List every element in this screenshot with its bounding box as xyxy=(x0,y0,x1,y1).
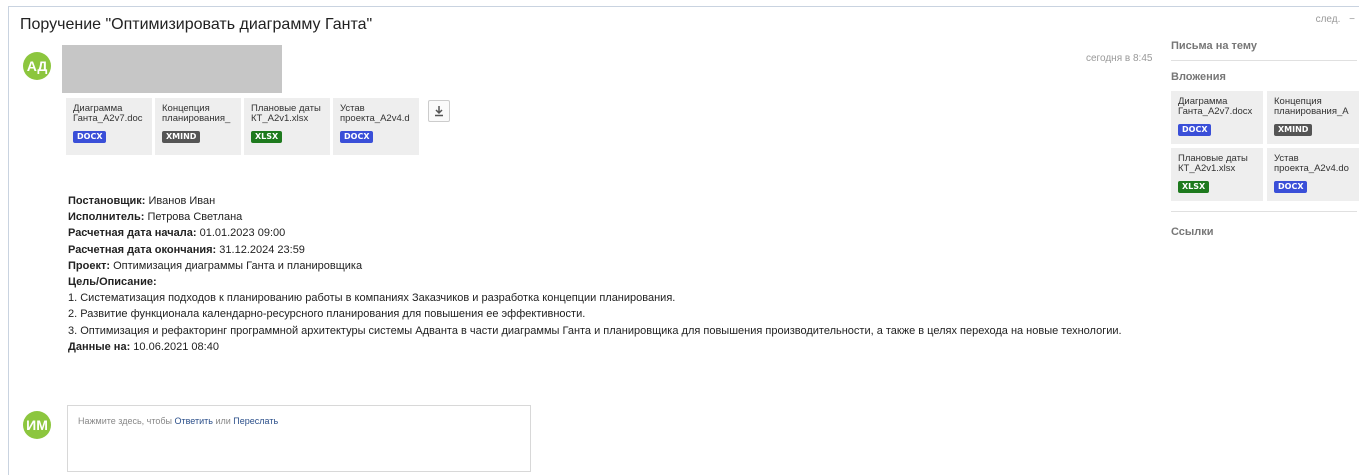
executor-line: Исполнитель: Петрова Светлана xyxy=(68,211,243,224)
goal-item: 1. Систематизация подходов к планировани… xyxy=(68,292,676,305)
sidebar-attachment-card[interactable]: Концепция планирования_A XMIND xyxy=(1267,91,1359,144)
attachment-name: Диаграмма Ганта_A2v7.docx xyxy=(1178,97,1253,117)
collapse-icon[interactable]: − xyxy=(1349,14,1355,25)
sidebar-attachment-card[interactable]: Устав проекта_A2v4.do DOCX xyxy=(1267,148,1359,201)
attachments-row: Диаграмма Ганта_A2v7.doc DOCX Концепция … xyxy=(66,98,450,155)
project-line: Проект: Оптимизация диаграммы Ганта и пл… xyxy=(68,259,363,272)
attachment-card[interactable]: Устав проекта_A2v4.d DOCX xyxy=(333,98,419,155)
sender-info-redacted xyxy=(62,45,282,93)
forward-link[interactable]: Переслать xyxy=(233,416,278,426)
file-type-badge: DOCX xyxy=(1274,181,1308,193)
divider xyxy=(1171,211,1357,212)
message-timestamp: сегодня в 8:45 xyxy=(1086,53,1153,64)
file-type-badge: XMIND xyxy=(162,131,201,143)
end-date-line: Расчетная дата окончания: 31.12.2024 23:… xyxy=(68,243,305,256)
attachment-name: Концепция планирования_A xyxy=(1274,97,1349,117)
reply-prompt-text: Нажмите здесь, чтобы xyxy=(78,416,175,426)
divider xyxy=(1171,60,1357,61)
reply-link[interactable]: Ответить xyxy=(174,416,212,426)
data-date-line: Данные на: 10.06.2021 08:40 xyxy=(68,340,219,353)
attachment-name: Плановые даты КТ_A2v1.xlsx xyxy=(251,104,321,124)
attachment-name: Плановые даты КТ_A2v1.xlsx xyxy=(1178,154,1248,174)
attachment-name: Концепция планирования_ xyxy=(162,104,231,124)
goal-item: 2. Развитие функционала календарно-ресур… xyxy=(68,308,586,321)
attachment-card[interactable]: Концепция планирования_ XMIND xyxy=(155,98,241,155)
next-message-link[interactable]: след. − xyxy=(1316,14,1355,25)
file-type-badge: XLSX xyxy=(251,131,283,143)
attachment-card[interactable]: Плановые даты КТ_A2v1.xlsx XLSX xyxy=(244,98,330,155)
attachment-name: Диаграмма Ганта_A2v7.doc xyxy=(73,104,143,124)
file-type-badge: DOCX xyxy=(73,131,107,143)
file-type-badge: XLSX xyxy=(1178,181,1210,193)
message-body: Постановщик: Иванов Иван Исполнитель: Пе… xyxy=(68,193,1138,355)
links-heading: Ссылки xyxy=(1171,226,1214,238)
file-type-badge: DOCX xyxy=(1178,124,1212,136)
file-type-badge: XMIND xyxy=(1274,124,1313,136)
quick-reply-box[interactable]: Нажмите здесь, чтобы Ответить или Пересл… xyxy=(67,405,531,472)
file-type-badge: DOCX xyxy=(340,131,374,143)
attachment-name: Устав проекта_A2v4.do xyxy=(1274,154,1349,174)
goal-heading: Цель/Описание: xyxy=(68,276,157,289)
sidebar-attachment-card[interactable]: Плановые даты КТ_A2v1.xlsx XLSX xyxy=(1171,148,1263,201)
attachments-heading: Вложения xyxy=(1171,71,1226,83)
right-sidebar: Письма на тему Вложения Диаграмма Ганта_… xyxy=(1171,40,1359,238)
start-date-line: Расчетная дата начала: 01.01.2023 09:00 xyxy=(68,227,286,240)
thread-heading[interactable]: Письма на тему xyxy=(1171,40,1357,52)
next-label[interactable]: след. xyxy=(1316,14,1341,25)
goal-item: 3. Оптимизация и рефакторинг программной… xyxy=(68,324,1122,337)
reply-prompt-or: или xyxy=(212,416,234,426)
assigner-line: Постановщик: Иванов Иван xyxy=(68,195,216,207)
message-subject: Поручение "Оптимизировать диаграмму Гант… xyxy=(20,16,373,33)
attachment-name: Устав проекта_A2v4.d xyxy=(340,104,410,124)
current-user-avatar: ИМ xyxy=(23,411,51,439)
sender-avatar[interactable]: АД xyxy=(23,52,51,80)
download-all-button[interactable] xyxy=(428,100,450,122)
sidebar-attachments-grid: Диаграмма Ганта_A2v7.docx DOCX Концепция… xyxy=(1171,91,1359,201)
attachment-card[interactable]: Диаграмма Ганта_A2v7.doc DOCX xyxy=(66,98,152,155)
download-icon xyxy=(435,106,443,117)
sidebar-attachment-card[interactable]: Диаграмма Ганта_A2v7.docx DOCX xyxy=(1171,91,1263,144)
